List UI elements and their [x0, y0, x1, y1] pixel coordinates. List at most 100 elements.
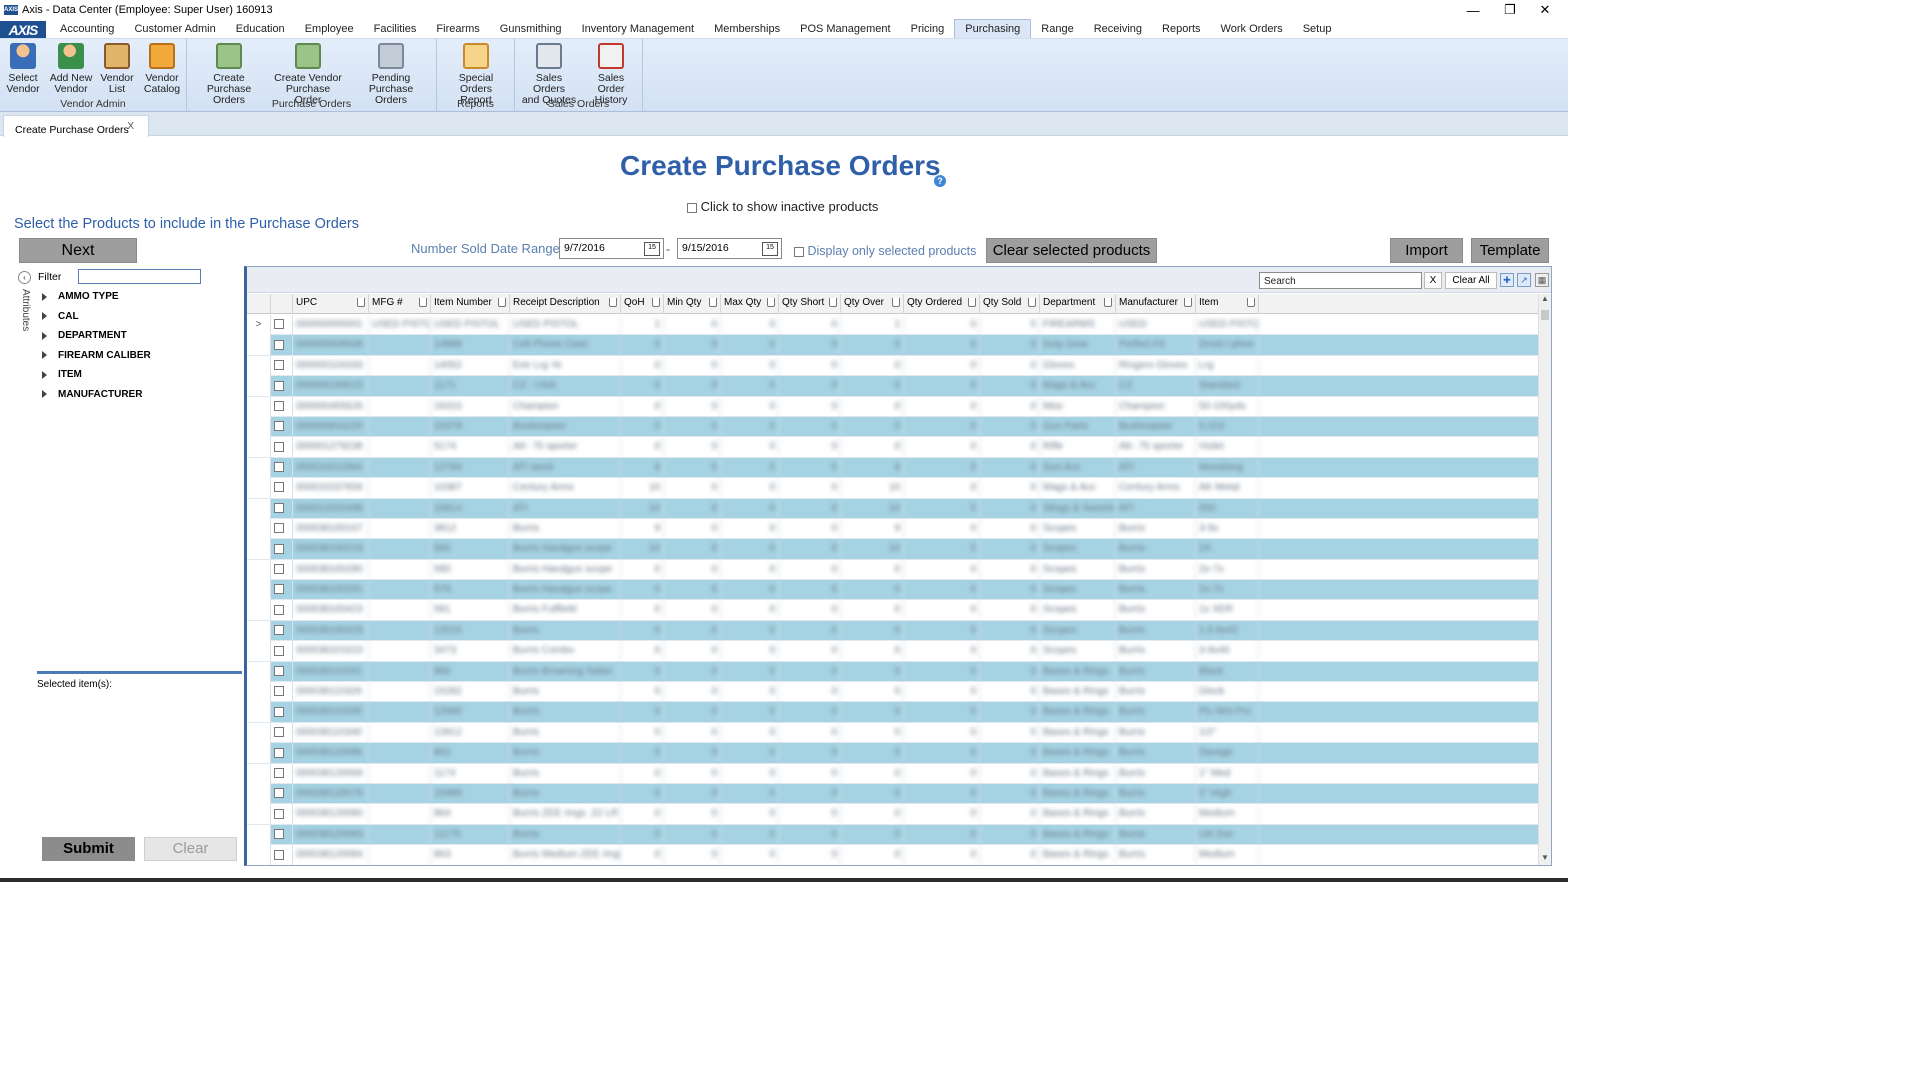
table-row[interactable]: 000038100218 582 Burris Handgun scope 10 0 0 0… — [247, 539, 1538, 560]
menu-tab-reports[interactable]: Reports — [1152, 19, 1211, 38]
row-select-cell[interactable] — [271, 498, 293, 519]
table-row[interactable]: 000038120069 1174 Burris 0 0 0 0 0 0 0 Bases & Rin… — [247, 763, 1538, 784]
close-icon[interactable]: ✕ — [1522, 0, 1568, 20]
menu-tab-purchasing[interactable]: Purchasing — [954, 19, 1032, 38]
filter-icon[interactable] — [1184, 298, 1192, 307]
scroll-down-icon[interactable]: ▼ — [1539, 853, 1551, 865]
table-row[interactable]: 000038110326 15282 Burris 0 0 0 0 0 0 0 Bases & Ri… — [247, 682, 1538, 703]
row-select-cell[interactable] — [271, 804, 293, 825]
table-row[interactable]: 000000104333 14052 Extr Lrg Ye 0 0 0 0 0 0 0 Glove… — [247, 355, 1538, 377]
row-select-checkbox[interactable] — [274, 767, 284, 778]
row-select-checkbox[interactable] — [274, 625, 284, 636]
row-select-cell[interactable] — [271, 702, 293, 723]
clear-all-filters-button[interactable]: Clear All — [1445, 272, 1497, 289]
menu-tab-facilities[interactable]: Facilities — [364, 19, 427, 38]
row-select-checkbox[interactable] — [274, 666, 284, 676]
row-select-cell[interactable] — [271, 580, 293, 601]
row-select-checkbox[interactable] — [274, 808, 284, 819]
table-row[interactable]: 000038120083 11175 Burris 0 0 0 0 0 0 0 Bases & Ri… — [247, 824, 1538, 846]
row-select-checkbox[interactable] — [274, 706, 284, 717]
row-select-cell[interactable] — [271, 355, 293, 376]
select-vendor-button[interactable]: Select Vendor — [4, 43, 42, 95]
vendor-list-button[interactable]: Vendor List — [100, 43, 134, 95]
row-select-checkbox[interactable] — [274, 462, 284, 473]
expand-arrow-icon[interactable] — [42, 331, 47, 340]
table-row[interactable]: 000038101623 3473 Burris Combo 0 0 0 0 0 0 0 Scope… — [247, 641, 1538, 662]
table-row[interactable]: 000000008938 14888 Cell Phone Case 0 0 0 0 0 0 0 D… — [247, 335, 1538, 356]
column-header-upc[interactable]: UPC — [293, 294, 369, 314]
calendar-icon[interactable]: 15 — [644, 242, 660, 256]
row-select-cell[interactable] — [271, 457, 293, 478]
table-row[interactable]: 000010211864 12784 ATI stock 8 0 0 0 8 0 0 Gun Acc… — [247, 457, 1538, 479]
row-select-checkbox[interactable] — [274, 482, 284, 493]
row-select-cell[interactable] — [271, 743, 293, 764]
select-all-header[interactable] — [271, 294, 293, 314]
row-select-cell[interactable] — [271, 620, 293, 641]
table-row[interactable]: 000000816220 15379 Bushmaster 0 0 0 0 0 0 0 Gun Pa… — [247, 416, 1538, 438]
column-header-qty-sold[interactable]: Qty Sold — [980, 294, 1040, 314]
filter-icon[interactable] — [709, 298, 717, 307]
pending-purchase-orders-button[interactable]: Pending Purchase Orders — [351, 43, 431, 106]
add-new-vendor-button[interactable]: Add New Vendor — [48, 43, 94, 95]
table-row[interactable]: 000000455626 16310 Champion 0 0 0 0 0 0 0 Misc Cham… — [247, 396, 1538, 417]
collapse-panel-icon[interactable]: ‹ — [18, 271, 31, 284]
row-select-cell[interactable] — [271, 376, 293, 397]
row-select-checkbox[interactable] — [274, 686, 284, 697]
scroll-up-icon[interactable]: ▲ — [1539, 294, 1551, 306]
row-select-cell[interactable] — [271, 315, 293, 335]
row-select-checkbox[interactable] — [274, 319, 284, 330]
column-header-department[interactable]: Department — [1040, 294, 1116, 314]
column-header-mfg-[interactable]: MFG # — [369, 294, 431, 314]
menu-tab-education[interactable]: Education — [226, 19, 295, 38]
tab-create-purchase-orders[interactable]: Create Purchase Orders X — [3, 115, 149, 137]
row-select-cell[interactable] — [271, 845, 293, 865]
table-row[interactable]: 000038100167 3812 Burris 9 0 0 0 9 0 0 Scopes Burri… — [247, 518, 1538, 540]
show-inactive-products-toggle[interactable]: Click to show inactive products — [687, 199, 878, 214]
column-header-qty-ordered[interactable]: Qty Ordered — [904, 294, 980, 314]
table-row[interactable]: 000010237656 10387 Century Arms 10 0 0 0 10 0 0 Ma… — [247, 478, 1538, 499]
create-purchase-orders-button[interactable]: Create Purchase Orders — [193, 43, 265, 106]
row-select-checkbox[interactable] — [274, 645, 284, 656]
attribute-node-item[interactable]: ITEM — [42, 365, 151, 385]
attribute-node-department[interactable]: DEPARTMENT — [42, 326, 151, 346]
row-select-checkbox[interactable] — [274, 788, 284, 799]
menu-tab-pricing[interactable]: Pricing — [901, 19, 955, 38]
table-row[interactable]: 000038110340 13912 Burris 0 0 0 0 0 0 0 Bases & Ri… — [247, 722, 1538, 744]
expand-arrow-icon[interactable] — [42, 370, 47, 379]
row-select-cell[interactable] — [271, 335, 293, 356]
table-row[interactable]: 000038100429 12015 Burris 0 0 0 0 0 0 0 Scopes Burr… — [247, 620, 1538, 642]
expand-arrow-icon[interactable] — [42, 312, 47, 321]
filter-icon[interactable] — [1028, 298, 1036, 307]
show-inactive-checkbox[interactable] — [687, 202, 697, 213]
row-select-checkbox[interactable] — [274, 339, 284, 350]
column-header-qty-over[interactable]: Qty Over — [841, 294, 904, 314]
grid-vertical-scrollbar[interactable]: ▲ ▼ — [1538, 294, 1551, 865]
table-row[interactable]: 000038100291 579 Burris Handgun scope 0 0 0 0 0… — [247, 580, 1538, 601]
sales-orders-and-quotes-button[interactable]: Sales Orders and Quotes — [520, 43, 578, 106]
filter-icon[interactable] — [892, 298, 900, 307]
filter-icon[interactable] — [829, 298, 837, 307]
table-row[interactable]: 000038120084 863 Burris Medium ZEE rings 0 0… — [247, 845, 1538, 865]
export-icon[interactable]: ↗ — [1517, 273, 1531, 287]
row-select-checkbox[interactable] — [274, 502, 284, 513]
vendor-catalog-button[interactable]: Vendor Catalog — [142, 43, 182, 95]
row-select-cell[interactable] — [271, 783, 293, 804]
filter-icon[interactable] — [609, 298, 617, 307]
column-header-item[interactable]: Item — [1196, 294, 1259, 314]
table-row[interactable]: 000038100423 581 Burris Fullfield 0 0 0 0 0 0 0 Sc… — [247, 600, 1538, 621]
row-select-checkbox[interactable] — [274, 380, 284, 391]
submit-button[interactable]: Submit — [42, 837, 135, 861]
display-only-selected-checkbox[interactable] — [794, 246, 804, 257]
filter-input[interactable] — [78, 269, 201, 284]
row-select-cell[interactable] — [271, 641, 293, 662]
column-header-max-qty[interactable]: Max Qty — [721, 294, 779, 314]
menu-tab-firearms[interactable]: Firearms — [426, 19, 489, 38]
row-select-checkbox[interactable] — [274, 400, 284, 411]
row-select-checkbox[interactable] — [274, 421, 284, 432]
filter-icon[interactable] — [1104, 298, 1112, 307]
menu-tab-customer-admin[interactable]: Customer Admin — [124, 19, 225, 38]
menu-tab-setup[interactable]: Setup — [1293, 19, 1342, 38]
row-select-checkbox[interactable] — [274, 849, 284, 860]
row-select-checkbox[interactable] — [274, 441, 284, 452]
scrollbar-thumb[interactable] — [1541, 310, 1549, 320]
